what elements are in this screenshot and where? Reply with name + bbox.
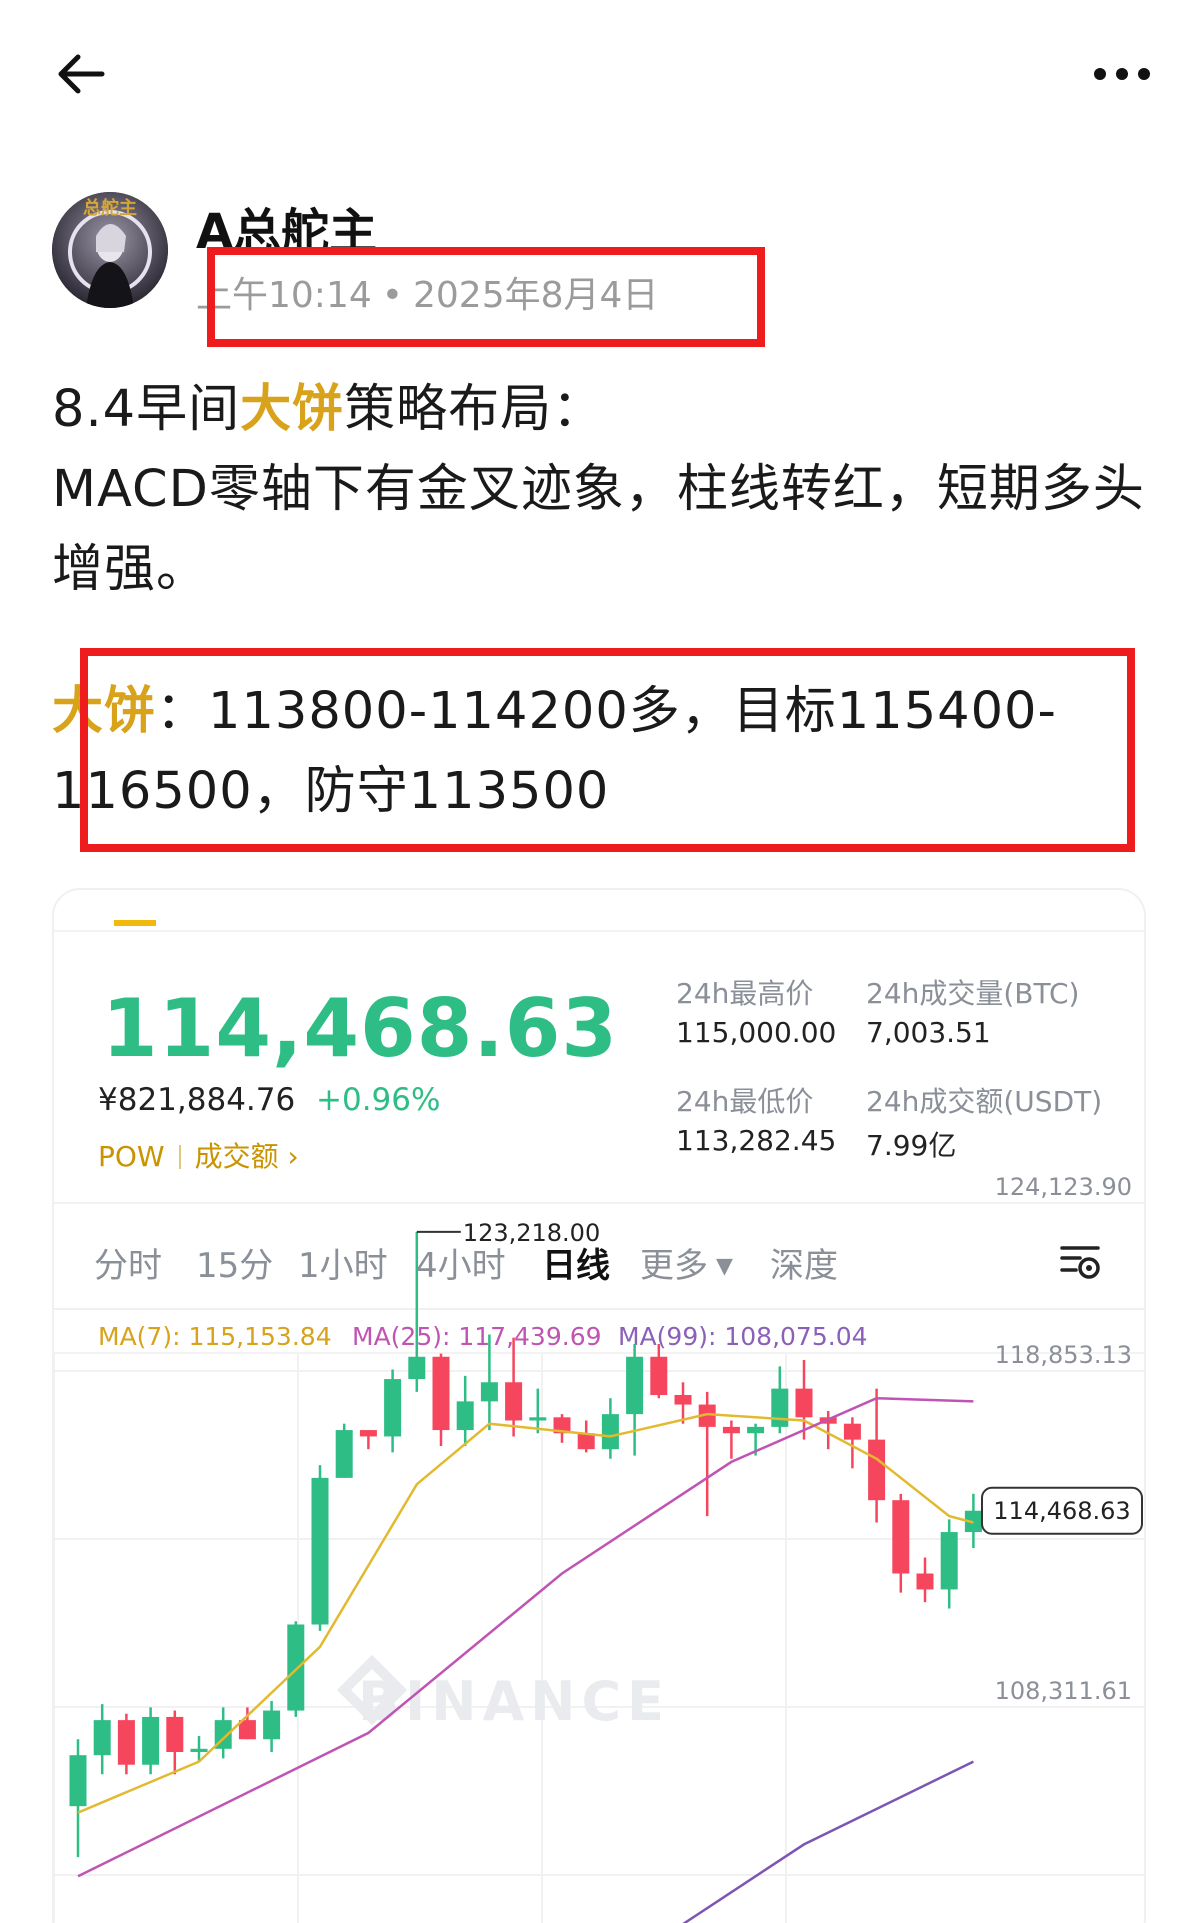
ma25-line	[77, 1396, 974, 1878]
candle-body	[843, 1423, 861, 1440]
y-tick-label: 118,853.13	[995, 1341, 1132, 1369]
post-line1-suffix: 策略布局：	[344, 380, 605, 439]
y-tick-label: 108,311.61	[995, 1677, 1132, 1705]
candle-body	[190, 1748, 208, 1752]
candle-body	[480, 1382, 498, 1402]
ma7-line	[77, 1412, 974, 1814]
current-price-label: 114,468.63	[993, 1497, 1130, 1525]
candle-body	[117, 1720, 135, 1765]
avatar[interactable]: 总舵主	[52, 192, 168, 308]
candle-body	[335, 1430, 353, 1478]
candle-body	[795, 1388, 813, 1418]
post-line1-highlight: 大饼	[240, 380, 345, 439]
y-tick-label: 124,123.90	[995, 1173, 1132, 1201]
candle-body	[626, 1356, 644, 1415]
candle-body	[892, 1500, 910, 1574]
candle-body	[868, 1439, 886, 1501]
red-annotation-box-strategy	[80, 648, 1135, 852]
candlestick-chart[interactable]: BINANCE124,123.90118,853.13108,311.61123…	[54, 890, 1146, 1923]
market-card: 114,468.63 ¥821,884.76 +0.96% POW 成交额 › 2…	[52, 888, 1146, 1923]
candle-body	[505, 1382, 523, 1421]
ma99-line	[682, 1760, 974, 1923]
high-annotation-label: 123,218.00	[463, 1219, 600, 1247]
candle-body	[456, 1401, 474, 1431]
candle-body	[747, 1426, 765, 1434]
top-bar	[0, 0, 1200, 150]
candle-body	[916, 1573, 934, 1590]
candle-body	[69, 1755, 87, 1807]
more-horizontal-icon[interactable]	[1090, 52, 1154, 96]
candle-body	[384, 1379, 402, 1437]
candle-body	[432, 1356, 450, 1431]
candle-body	[166, 1716, 184, 1752]
candle-body	[674, 1395, 692, 1405]
candle-body	[408, 1356, 426, 1380]
candle-body	[142, 1716, 160, 1765]
candle-body	[650, 1356, 668, 1396]
post-body: 8.4早间大饼策略布局： MACD零轴下有金叉迹象，柱线转红，短期多头增强。	[52, 370, 1162, 610]
svg-text:总舵主: 总舵主	[83, 197, 137, 219]
candle-body	[263, 1710, 281, 1740]
candle-body	[287, 1624, 305, 1711]
red-annotation-box-date	[207, 247, 765, 347]
candle-body	[722, 1426, 740, 1434]
post-line1-prefix: 8.4早间	[52, 380, 241, 439]
candle-body	[529, 1417, 547, 1421]
post-line2: MACD零轴下有金叉迹象，柱线转红，短期多头增强。	[52, 460, 1145, 599]
candle-body	[940, 1532, 958, 1590]
candle-body	[601, 1414, 619, 1450]
candle-body	[311, 1477, 329, 1625]
arrow-left-icon[interactable]	[52, 44, 112, 104]
candle-body	[359, 1430, 377, 1437]
candle-body	[93, 1720, 111, 1756]
candle-body	[771, 1388, 789, 1427]
